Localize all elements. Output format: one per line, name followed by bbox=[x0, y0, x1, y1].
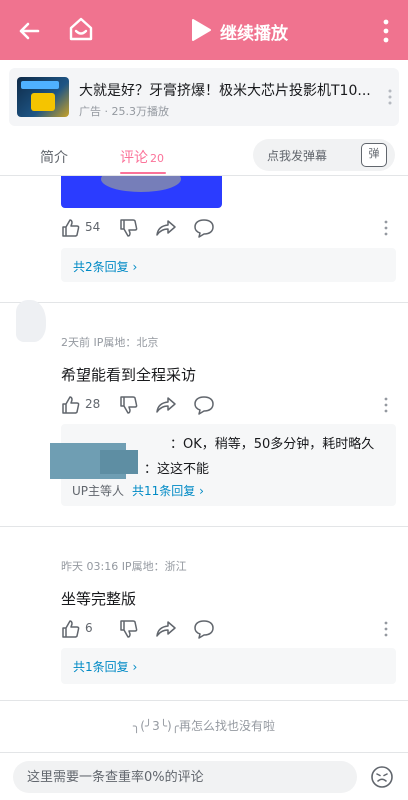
like-count: 54 bbox=[85, 220, 101, 234]
ad-more-icon[interactable] bbox=[385, 88, 395, 106]
like-icon[interactable] bbox=[61, 395, 81, 415]
redaction-block bbox=[140, 429, 166, 451]
back-arrow-icon[interactable] bbox=[14, 16, 44, 46]
emoji-icon[interactable] bbox=[370, 765, 394, 789]
play-icon[interactable] bbox=[190, 18, 212, 42]
share-icon[interactable] bbox=[155, 395, 177, 415]
up-tag: UP主等人 bbox=[72, 484, 125, 498]
comment-actions: 6 bbox=[61, 617, 401, 641]
view-replies-link[interactable]: 共2条回复 › bbox=[73, 258, 137, 275]
continue-playing-label[interactable]: 继续播放 bbox=[220, 19, 288, 44]
view-replies-text: 共11条回复 bbox=[132, 484, 196, 498]
more-vertical-icon[interactable] bbox=[378, 17, 394, 45]
like-icon[interactable] bbox=[61, 218, 81, 238]
view-replies-text: 共2条回复 bbox=[73, 260, 129, 274]
comment-meta: 2天前 IP属地：北京 bbox=[61, 336, 159, 349]
comment-more-icon[interactable] bbox=[382, 621, 390, 637]
reply-preview[interactable]: 共2条回复 › bbox=[61, 248, 396, 282]
view-replies-link[interactable]: 共1条回复 › bbox=[73, 658, 137, 675]
tab-intro[interactable]: 简介 bbox=[40, 147, 68, 167]
view-replies-link[interactable]: 共11条回复 › bbox=[132, 482, 204, 499]
end-of-list-text: ╮(╯3╰)╭再怎么找也没有啦 bbox=[133, 719, 275, 733]
dislike-icon[interactable] bbox=[119, 218, 139, 238]
tab-comments-label: 评论 bbox=[120, 150, 148, 166]
comment-divider bbox=[0, 302, 408, 303]
like-count: 6 bbox=[85, 621, 93, 635]
avatar[interactable] bbox=[16, 300, 46, 342]
ad-card[interactable]: 大就是好？牙膏挤爆！极米大芯片投影机T10... 广告 · 25.3万播放 bbox=[9, 68, 399, 126]
comment-image[interactable] bbox=[61, 176, 222, 208]
ad-thumbnail bbox=[17, 77, 69, 117]
like-count: 28 bbox=[85, 397, 101, 411]
comment-actions: 28 bbox=[61, 393, 401, 417]
like-icon[interactable] bbox=[61, 619, 81, 639]
comment-input[interactable] bbox=[13, 761, 357, 793]
comment-meta: 昨天 03:16 IP属地：浙江 bbox=[61, 560, 187, 573]
reply-icon[interactable] bbox=[193, 619, 215, 639]
redaction-block bbox=[100, 450, 138, 474]
ad-title: 大就是好？牙膏挤爆！极米大芯片投影机T10... bbox=[79, 83, 371, 99]
home-icon[interactable] bbox=[66, 14, 96, 44]
comment-divider bbox=[0, 700, 408, 701]
comment-more-icon[interactable] bbox=[382, 220, 390, 236]
comment-text: 希望能看到全程采访 bbox=[61, 366, 197, 384]
dislike-icon[interactable] bbox=[119, 619, 139, 639]
ad-meta: 广告 · 25.3万播放 bbox=[79, 105, 169, 118]
danmaku-input[interactable]: 点我发弹幕 弹 bbox=[253, 139, 395, 171]
share-icon[interactable] bbox=[155, 619, 177, 639]
tab-comments-count: 20 bbox=[150, 152, 164, 165]
reply-preview[interactable]: 共1条回复 › bbox=[61, 648, 396, 684]
reply-line: ：OK，稍等，50多分钟，耗时略久 bbox=[170, 437, 375, 452]
top-bar: 继续播放 bbox=[0, 0, 408, 60]
comment-actions: 54 bbox=[61, 216, 401, 240]
dislike-icon[interactable] bbox=[119, 395, 139, 415]
reply-icon[interactable] bbox=[193, 395, 215, 415]
view-replies-text: 共1条回复 bbox=[73, 660, 129, 674]
comment-bar bbox=[0, 752, 408, 800]
comment-text: 坐等完整版 bbox=[61, 590, 137, 608]
danmaku-toggle-button[interactable]: 弹 bbox=[361, 143, 387, 167]
danmaku-placeholder: 点我发弹幕 bbox=[267, 149, 328, 163]
reply-icon[interactable] bbox=[193, 218, 215, 238]
share-icon[interactable] bbox=[155, 218, 177, 238]
comment-divider bbox=[0, 526, 408, 527]
tab-active-indicator bbox=[120, 172, 166, 174]
tab-comments[interactable]: 评论 20 bbox=[120, 147, 164, 167]
comment-more-icon[interactable] bbox=[382, 397, 390, 413]
reply-line: ：这这不能 bbox=[144, 462, 210, 477]
